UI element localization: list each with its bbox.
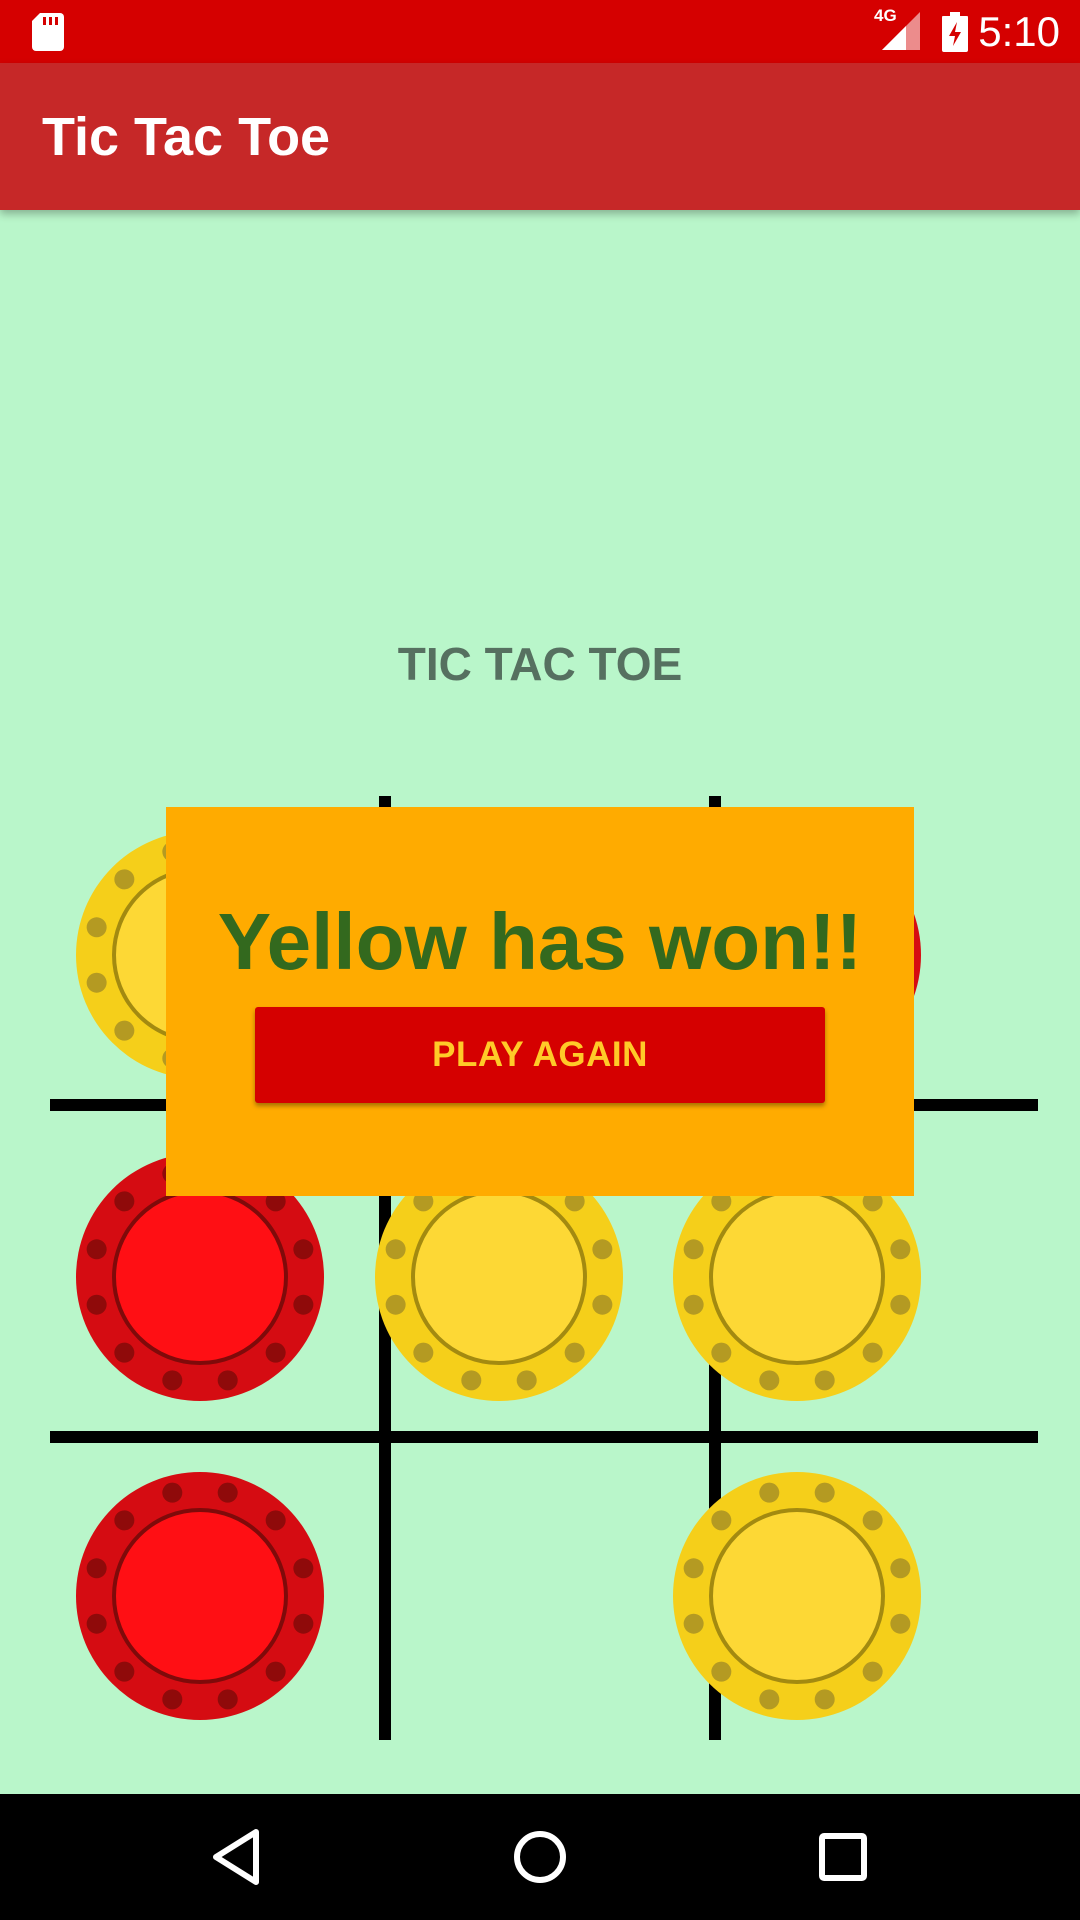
yellow-chip bbox=[673, 1472, 921, 1720]
sd-card-icon bbox=[32, 13, 64, 51]
battery-charging-icon bbox=[942, 12, 968, 52]
board-cell-r3-c1[interactable] bbox=[50, 1446, 350, 1746]
board-cell-r3-c2[interactable] bbox=[349, 1446, 649, 1746]
board-cell-r3-c3[interactable] bbox=[647, 1446, 947, 1746]
play-again-button[interactable]: PLAY AGAIN bbox=[255, 1007, 825, 1103]
red-chip bbox=[76, 1472, 324, 1720]
win-message: Yellow has won!! bbox=[217, 897, 863, 986]
app-title: Tic Tac Toe bbox=[42, 107, 331, 167]
grid-line-horizontal-2 bbox=[50, 1431, 1038, 1443]
app-bar: Tic Tac Toe bbox=[0, 63, 1080, 210]
recents-icon[interactable] bbox=[808, 1822, 878, 1892]
cellular-signal-icon: 4G bbox=[874, 6, 922, 52]
navigation-bar bbox=[0, 1794, 1080, 1920]
status-bar: 4G 5:10 bbox=[0, 0, 1080, 63]
back-icon[interactable] bbox=[202, 1822, 272, 1892]
home-icon[interactable] bbox=[505, 1822, 575, 1892]
clock: 5:10 bbox=[978, 8, 1060, 55]
win-dialog: Yellow has won!! PLAY AGAIN bbox=[166, 807, 914, 1196]
game-heading: TIC TAC TOE bbox=[397, 638, 683, 690]
